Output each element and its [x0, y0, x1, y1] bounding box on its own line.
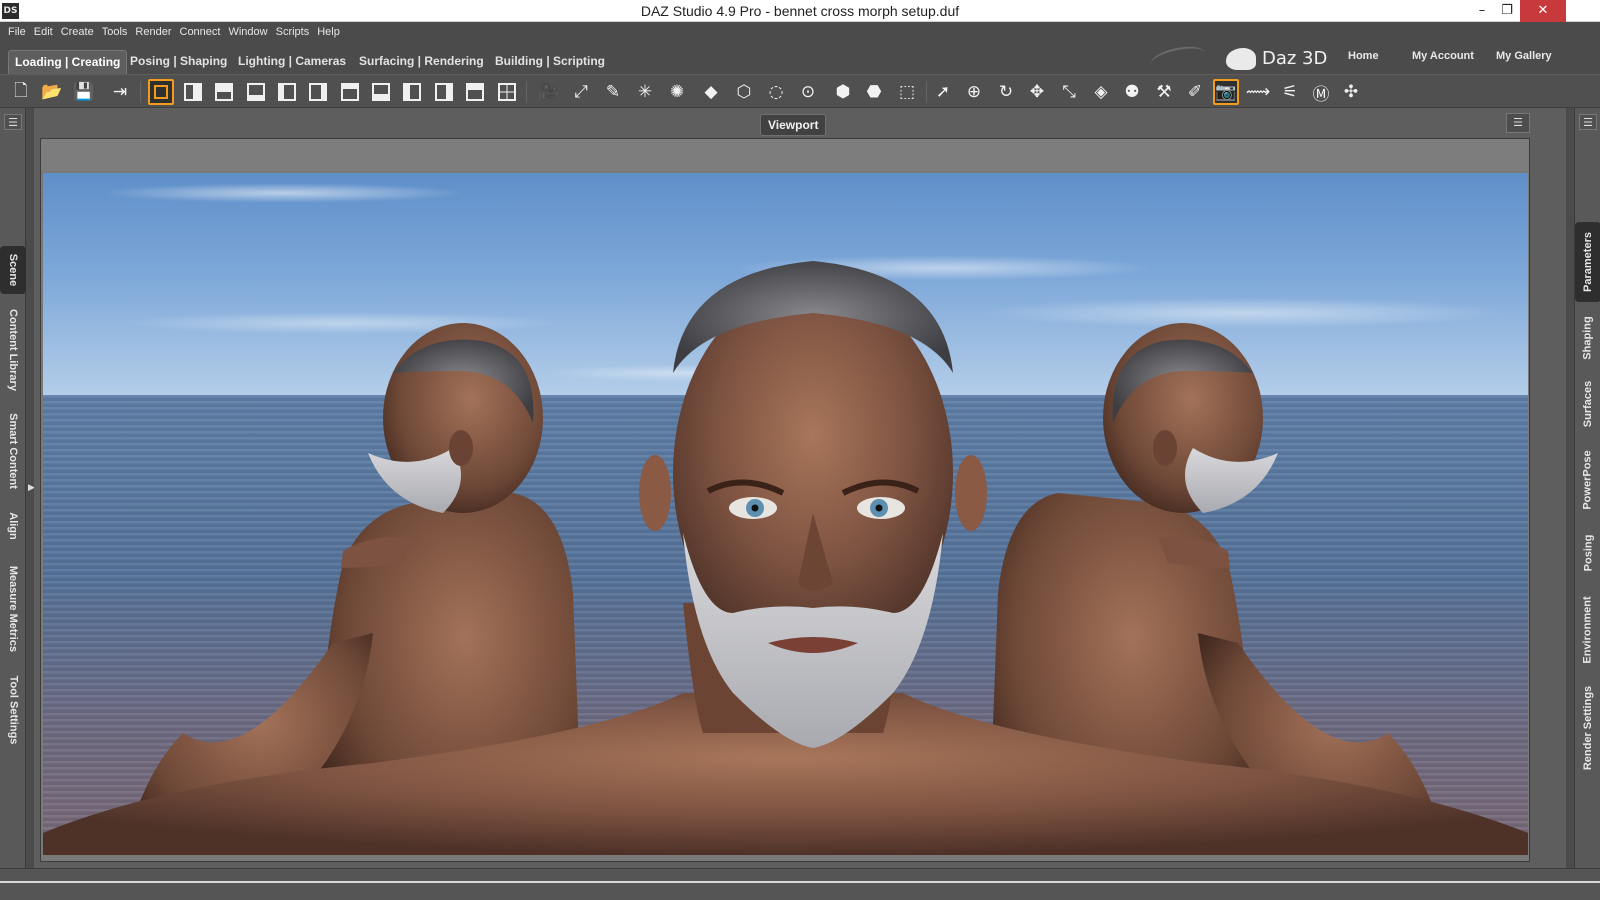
sidebar-tab-render-settings[interactable]: Render Settings [1575, 678, 1600, 778]
layout-left-icon[interactable] [274, 79, 300, 105]
menu-window[interactable]: Window [226, 22, 273, 42]
daz-studio-window: DS DAZ Studio 4.9 Pro - bennet cross mor… [0, 0, 1600, 900]
title-bar: DS DAZ Studio 4.9 Pro - bennet cross mor… [0, 0, 1600, 22]
right-panel-rail: ☰ Parameters Shaping Surfaces PowerPose … [1533, 108, 1600, 868]
sidebar-tab-content-library[interactable]: Content Library [0, 304, 26, 396]
right-panel-menu-icon[interactable]: ☰ [1579, 114, 1597, 130]
spot-light-icon[interactable]: ⤢ [568, 79, 594, 105]
scene-camera-icon[interactable]: 🎥 [536, 79, 562, 105]
layout-right-icon[interactable] [305, 79, 331, 105]
sidebar-tab-posing[interactable]: Posing [1575, 528, 1600, 578]
joint-editor-icon[interactable]: ⚒ [1151, 79, 1177, 105]
primitive-icon[interactable]: ◆ [698, 79, 724, 105]
open-file-icon[interactable]: 📂 [39, 79, 65, 105]
rotate-tool-icon[interactable]: ↻ [993, 79, 1019, 105]
sidebar-tab-measure-metrics[interactable]: Measure Metrics [0, 556, 26, 662]
layout-three-left-icon[interactable] [399, 79, 425, 105]
region-navigator-icon[interactable]: ⚟ [1277, 79, 1303, 105]
tab-building-scripting[interactable]: Building | Scripting [489, 50, 611, 74]
sidebar-tab-shaping[interactable]: Shaping [1575, 310, 1600, 366]
sidebar-tab-tool-settings[interactable]: Tool Settings [0, 670, 26, 750]
sidebar-tab-parameters[interactable]: Parameters [1575, 222, 1600, 302]
viewport-tab[interactable]: Viewport [760, 114, 827, 136]
progress-track [0, 881, 1600, 883]
tab-posing-shaping[interactable]: Posing | Shaping [124, 50, 233, 74]
logo-dragon-icon [1226, 48, 1256, 70]
left-panel-rail: ☰ Scene Content Library Smart Content Al… [0, 108, 35, 868]
new-file-icon[interactable]: 🗋 [8, 79, 34, 105]
menu-scripts[interactable]: Scripts [274, 22, 316, 42]
menu-help[interactable]: Help [315, 22, 346, 42]
instance-icon[interactable]: ⊙ [795, 79, 821, 105]
scale-tool-icon[interactable]: ⤡ [1056, 79, 1082, 105]
layout-three-top-icon[interactable] [462, 79, 488, 105]
point-light-icon[interactable]: ✎ [600, 79, 626, 105]
toolbar-separator [526, 81, 527, 103]
surface-selection-icon[interactable]: ◈ [1088, 79, 1114, 105]
translate-tool-icon[interactable]: ✥ [1024, 79, 1050, 105]
layout-three-right-icon[interactable] [431, 79, 457, 105]
left-panel-menu-icon[interactable]: ☰ [4, 114, 22, 130]
restore-button[interactable]: ❐ [1490, 0, 1524, 22]
figure-icon[interactable]: ⬢ [830, 79, 856, 105]
menu-tools[interactable]: Tools [100, 22, 134, 42]
layout-top-icon[interactable] [337, 79, 363, 105]
universal-tool-icon[interactable]: ⊕ [961, 79, 987, 105]
viewport-header-strip [41, 139, 1529, 171]
home-link[interactable]: Home [1348, 50, 1379, 62]
sidebar-tab-scene[interactable]: Scene [0, 246, 26, 294]
tab-surfacing-rendering[interactable]: Surfacing | Rendering [353, 50, 490, 74]
spot-render-icon[interactable]: 📷 [1213, 79, 1239, 105]
status-bar [0, 868, 1600, 900]
layout-bottom-icon[interactable] [243, 79, 269, 105]
save-file-icon[interactable]: 💾 [71, 79, 97, 105]
layout-single-icon[interactable] [148, 79, 174, 105]
figure-setup-icon[interactable]: ⬣ [861, 79, 887, 105]
merge-file-icon[interactable]: ⇥ [107, 79, 133, 105]
sidebar-tab-environment[interactable]: Environment [1575, 588, 1600, 672]
daz3d-logo: Daz 3D [1148, 42, 1330, 76]
three-figure-render [43, 261, 1528, 855]
menu-bar: File Edit Create Tools Render Connect Wi… [0, 22, 1600, 42]
node-selection-icon[interactable]: ➚ [930, 79, 956, 105]
layout-quad-icon[interactable] [494, 79, 520, 105]
sidebar-tab-powerpose[interactable]: PowerPose [1575, 442, 1600, 518]
layout-split-vertical-icon[interactable] [180, 79, 206, 105]
main-toolbar: 🗋 📂 💾 ⇥ 🎥 ⤢ ✎ ✳ ✺ ◆ ⬡ ◌ ⊙ ⬢ ⬣ ⬚ ➚ ⊕ ↻ ✥ … [0, 74, 1600, 108]
sidebar-tab-align[interactable]: Align [0, 506, 26, 546]
viewport-canvas[interactable] [43, 173, 1528, 855]
menu-file[interactable]: File [6, 22, 32, 42]
center-figure [639, 261, 987, 748]
layout-split-horizontal-icon[interactable] [211, 79, 237, 105]
layout-three-bottom-icon[interactable] [368, 79, 394, 105]
group-node-icon[interactable]: ◌ [763, 79, 789, 105]
my-gallery-link[interactable]: My Gallery [1496, 50, 1552, 62]
distant-light-icon[interactable]: ✳ [632, 79, 658, 105]
viewport-menu-icon[interactable]: ☰ [1506, 113, 1530, 133]
geometry-editor-icon[interactable]: ✐ [1182, 79, 1208, 105]
null-node-icon[interactable]: ⬡ [731, 79, 757, 105]
active-pose-icon[interactable]: ⚉ [1119, 79, 1145, 105]
linear-light-icon[interactable]: ✺ [664, 79, 690, 105]
logo-text: Daz 3D [1262, 48, 1328, 69]
sidebar-tab-smart-content[interactable]: Smart Content [0, 406, 26, 496]
menu-render[interactable]: Render [133, 22, 177, 42]
menu-edit[interactable]: Edit [32, 22, 59, 42]
tab-loading-creating[interactable]: Loading | Creating [8, 50, 128, 74]
transform-gizmo-icon[interactable]: ✣ [1338, 79, 1364, 105]
tab-lighting-cameras[interactable]: Lighting | Cameras [232, 50, 352, 74]
sidebar-tab-surfaces[interactable]: Surfaces [1575, 374, 1600, 434]
menu-create[interactable]: Create [59, 22, 100, 42]
close-button[interactable]: ✕ [1520, 0, 1566, 22]
logo-swoosh-icon [1148, 42, 1208, 76]
my-account-link[interactable]: My Account [1412, 50, 1474, 62]
window-title: DAZ Studio 4.9 Pro - bennet cross morph … [640, 3, 960, 19]
toolbar-separator [140, 81, 141, 103]
rigging-tool-icon[interactable]: ⟿ [1245, 79, 1271, 105]
morph-loader-icon[interactable]: Ⓜ [1308, 79, 1334, 105]
geometry-icon[interactable]: ⬚ [894, 79, 920, 105]
menu-connect[interactable]: Connect [178, 22, 227, 42]
toolbar-separator [926, 81, 927, 103]
